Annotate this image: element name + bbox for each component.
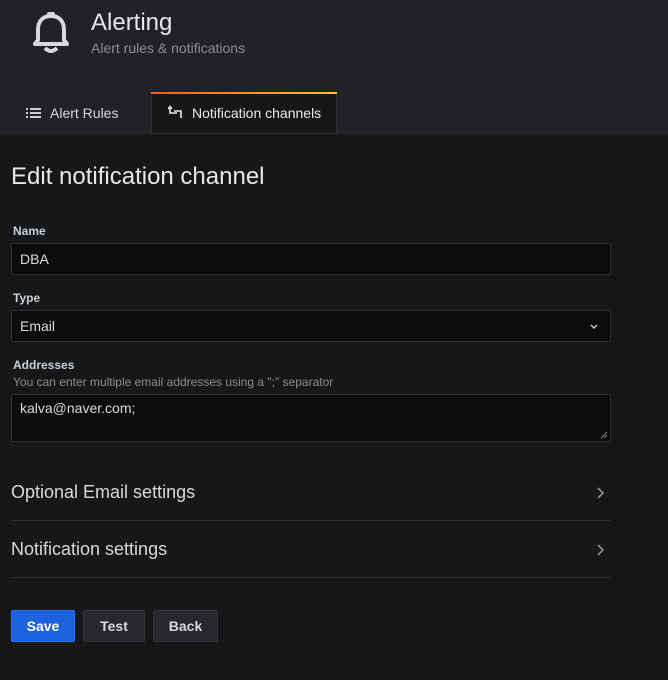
optional-email-settings-section[interactable]: Optional Email settings: [11, 465, 611, 521]
chevron-right-icon: [597, 486, 605, 499]
tab-alert-rules[interactable]: Alert Rules: [26, 92, 118, 133]
test-button[interactable]: Test: [83, 610, 145, 642]
notification-settings-label: Notification settings: [11, 539, 168, 559]
addresses-label: Addresses: [13, 358, 75, 372]
page-header-subtitle: Alert rules & notifications: [91, 40, 246, 56]
save-button[interactable]: Save: [11, 610, 75, 642]
tab-alert-rules-label: Alert Rules: [50, 104, 119, 121]
type-select-value: Email: [20, 318, 56, 334]
chevron-right-icon: [597, 543, 605, 556]
name-label: Name: [13, 224, 46, 238]
optional-email-settings-label: Optional Email settings: [11, 482, 196, 502]
page-header-title: Alerting: [91, 9, 173, 36]
type-select[interactable]: Email: [11, 310, 611, 342]
resize-grip-icon[interactable]: [600, 431, 608, 439]
page-header: Alerting Alert rules & notifications Ale…: [0, 0, 668, 134]
page-title: Edit notification channel: [11, 163, 265, 190]
addresses-description: You can enter multiple email addresses u…: [13, 375, 334, 389]
tab-notification-channels-label: Notification channels: [192, 104, 322, 121]
name-field-value: DBA: [20, 251, 49, 267]
addresses-textarea-value: kalva@naver.com;: [20, 400, 136, 416]
channel-icon: [168, 105, 182, 118]
back-button[interactable]: Back: [153, 610, 218, 642]
tab-notification-channels[interactable]: Notification channels: [151, 92, 337, 133]
name-field[interactable]: DBA: [11, 243, 611, 275]
addresses-textarea[interactable]: kalva@naver.com;: [11, 394, 611, 442]
notification-settings-section[interactable]: Notification settings: [11, 522, 611, 578]
type-label: Type: [13, 291, 41, 305]
list-icon: [26, 108, 41, 118]
chevron-down-icon: [590, 324, 598, 329]
bell-icon: [33, 12, 69, 53]
